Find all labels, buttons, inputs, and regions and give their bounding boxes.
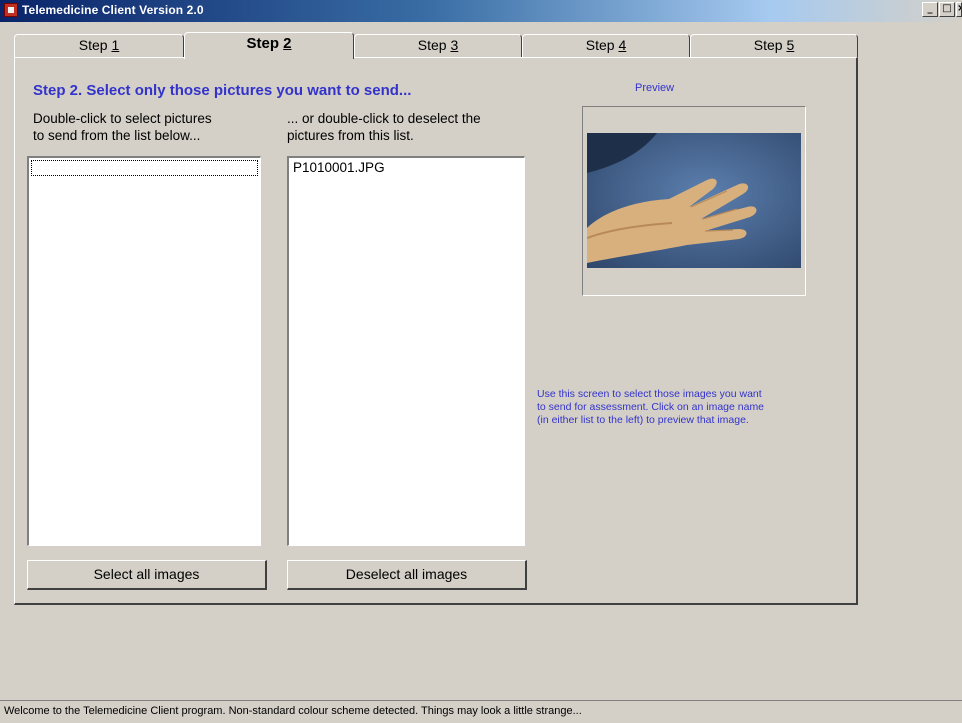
instruction-line: ... or double-click to deselect the bbox=[287, 111, 481, 126]
tab-label: Step bbox=[585, 37, 619, 53]
tab-step-2[interactable]: Step 2 bbox=[184, 32, 354, 59]
deselect-all-button[interactable]: Deselect all images bbox=[287, 560, 527, 590]
help-line: Use this screen to select those images y… bbox=[537, 388, 762, 400]
instruction-line: pictures from this list. bbox=[287, 128, 414, 143]
minimize-icon[interactable]: _ bbox=[922, 2, 938, 17]
title-bar[interactable]: Telemedicine Client Version 2.0 bbox=[0, 0, 962, 22]
tab-label: Step bbox=[246, 35, 284, 52]
window-controls: _ □ × bbox=[922, 2, 962, 17]
restore-icon[interactable]: □ bbox=[939, 2, 955, 17]
instruction-line: to send from the list below... bbox=[33, 128, 201, 143]
preview-image bbox=[587, 133, 801, 268]
tab-accelerator: 5 bbox=[786, 37, 795, 53]
step-tabs: Step 1 Step 2 Step 3 Step 4 Step 5 bbox=[14, 32, 858, 59]
left-instruction: Double-click to select pictures to send … bbox=[33, 110, 212, 144]
tab-label: Step bbox=[753, 37, 787, 53]
window-title: Telemedicine Client Version 2.0 bbox=[22, 3, 204, 17]
hand-image-icon bbox=[587, 133, 801, 268]
page-title: Step 2. Select only those pictures you w… bbox=[33, 82, 412, 99]
tab-accelerator: 4 bbox=[618, 37, 627, 53]
available-pictures-list[interactable] bbox=[27, 156, 261, 546]
tab-accelerator: 1 bbox=[111, 37, 120, 53]
help-text: Use this screen to select those images y… bbox=[537, 388, 827, 427]
tab-step-1[interactable]: Step 1 bbox=[14, 34, 184, 57]
tab-step-4[interactable]: Step 4 bbox=[522, 34, 690, 57]
tab-step-5[interactable]: Step 5 bbox=[690, 34, 858, 57]
list-focus-rect bbox=[31, 160, 258, 176]
tab-accelerator: 3 bbox=[450, 37, 459, 53]
status-text: Welcome to the Telemedicine Client progr… bbox=[4, 705, 582, 717]
step-panel: Step 2. Select only those pictures you w… bbox=[14, 57, 858, 605]
preview-label: Preview bbox=[635, 82, 675, 94]
tab-label: Step bbox=[417, 37, 451, 53]
app-icon bbox=[4, 3, 18, 17]
tab-step-3[interactable]: Step 3 bbox=[354, 34, 522, 57]
select-all-button[interactable]: Select all images bbox=[27, 560, 267, 590]
list-item[interactable]: P1010001.JPG bbox=[293, 160, 385, 175]
help-line: (in either list to the left) to preview … bbox=[537, 414, 749, 426]
tab-accelerator: 2 bbox=[283, 35, 292, 52]
right-instruction: ... or double-click to deselect the pict… bbox=[287, 110, 481, 144]
selected-pictures-list[interactable]: P1010001.JPG bbox=[287, 156, 525, 546]
preview-frame bbox=[582, 106, 806, 296]
instruction-line: Double-click to select pictures bbox=[33, 111, 212, 126]
tab-label: Step bbox=[78, 37, 112, 53]
help-line: to send for assessment. Click on an imag… bbox=[537, 401, 765, 413]
close-icon[interactable]: × bbox=[956, 2, 962, 17]
status-bar: Welcome to the Telemedicine Client progr… bbox=[0, 700, 962, 723]
